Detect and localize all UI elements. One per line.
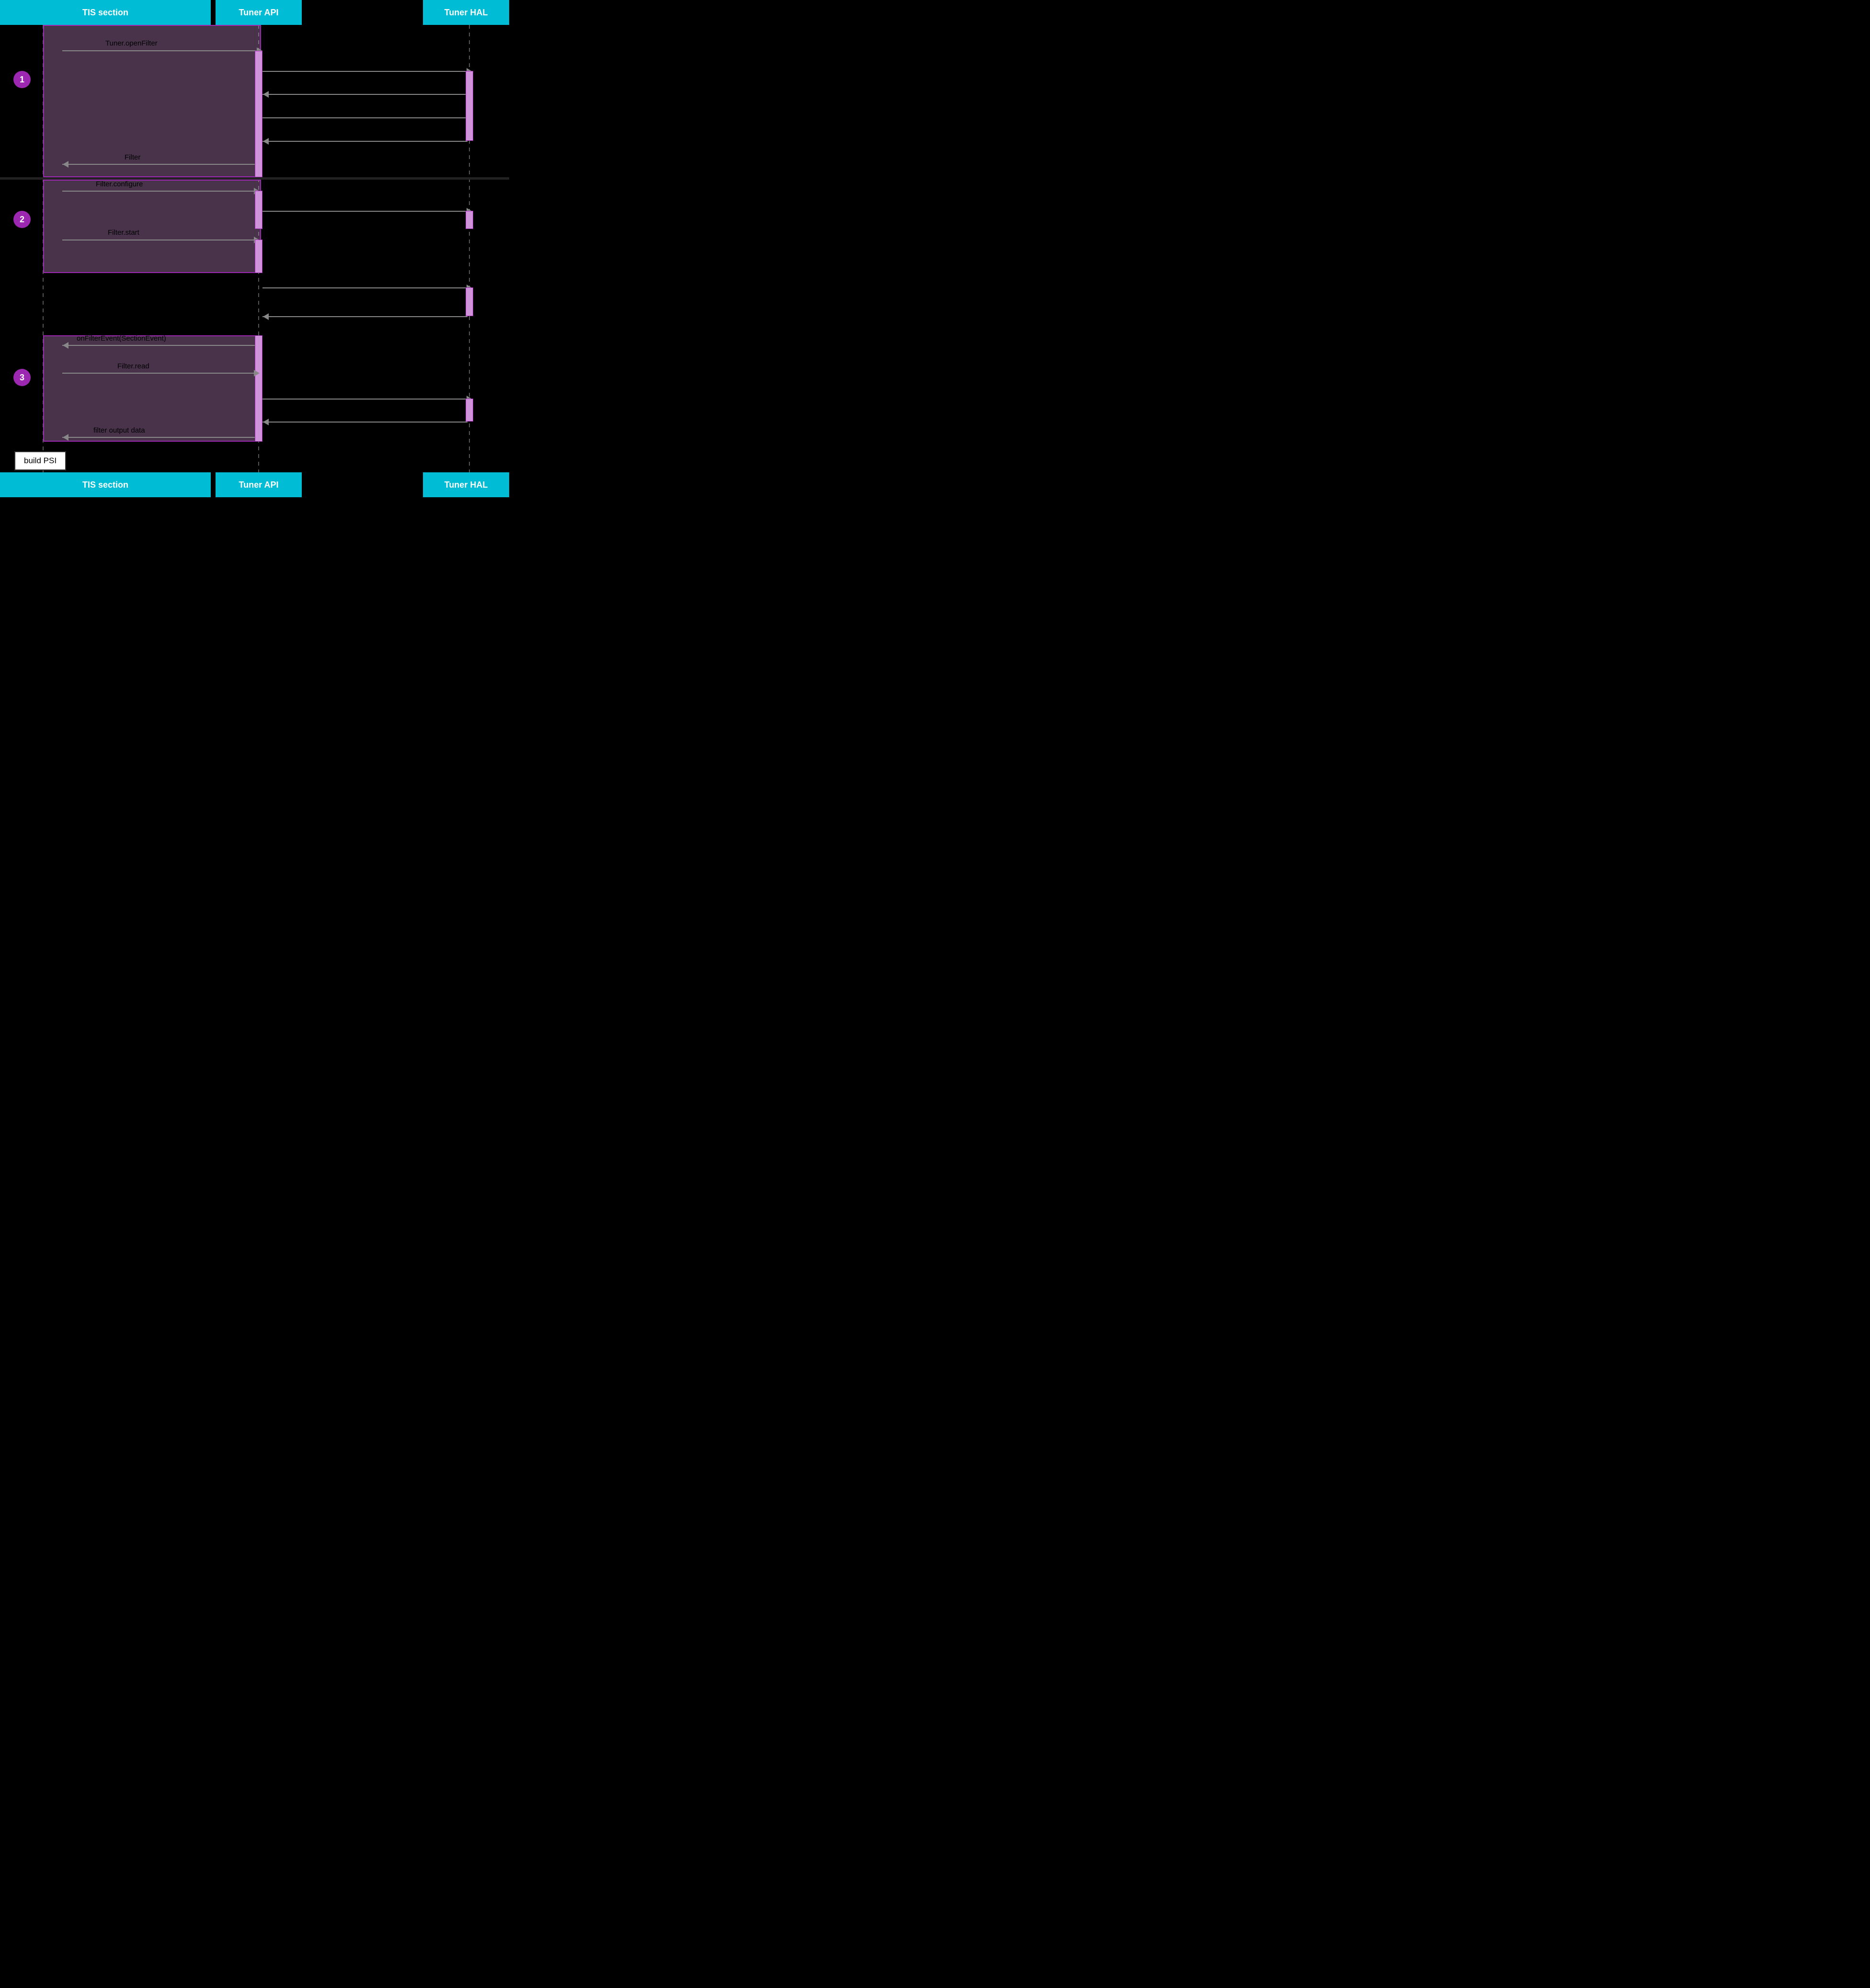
header-tis: TIS section (0, 0, 211, 25)
arrow-configure-line (62, 191, 255, 192)
activation1-tuner-hal (466, 71, 473, 141)
header-bar: TIS section Tuner API Tuner HAL (0, 0, 509, 25)
arrow-hal5-line (262, 211, 468, 212)
arrow-read-head (254, 370, 260, 377)
arrow-hal7-head (263, 313, 269, 320)
arrow-hal9-head (263, 419, 269, 425)
section3-bg (43, 335, 261, 442)
header-tuner-api-label: Tuner API (239, 8, 278, 18)
arrow-hal2-head (263, 91, 269, 98)
arrow-hal2-line (262, 94, 468, 95)
footer-tuner-api-label: Tuner API (239, 480, 278, 490)
section1-bg (43, 25, 261, 177)
step1-number: 1 (20, 75, 24, 85)
arrow-open-filter-label: Tuner.openFilter (105, 39, 158, 47)
header-tuner-api: Tuner API (216, 0, 302, 25)
arrow-start-label: Filter.start (108, 229, 139, 237)
arrow-hal4-line (262, 141, 468, 142)
arrow-open-filter-line (62, 50, 258, 51)
step1-circle: 1 (13, 71, 31, 88)
arrow-filter-label: Filter (125, 153, 140, 161)
arrow-section-event-label: onFilterEvent(SectionEvent) (77, 334, 166, 343)
arrow-section-event-head (63, 342, 68, 349)
activation2b-tuner-api (255, 240, 262, 273)
arrow-output-label: filter output data (93, 426, 145, 434)
footer-tis-label: TIS section (82, 480, 128, 490)
arrow-configure-label: Filter.configure (96, 180, 143, 188)
activation-black-hal (466, 287, 473, 316)
arrow-section-event-line (62, 345, 255, 346)
header-tuner-hal-label: Tuner HAL (445, 8, 488, 18)
arrow-read-label: Filter.read (117, 362, 149, 370)
activation2-tuner-api (255, 191, 262, 229)
arrow-hal1-line (262, 71, 468, 72)
activation2-tuner-hal (466, 211, 473, 229)
footer-bar: TIS section Tuner API Tuner HAL (0, 472, 509, 497)
arrow-filter-line (62, 164, 255, 165)
footer-tuner-hal-label: Tuner HAL (445, 480, 488, 490)
section2-bg (43, 180, 261, 273)
step3-number: 3 (20, 373, 24, 383)
activation1-tuner-api (255, 51, 262, 177)
build-psi-label: build PSI (24, 456, 57, 465)
header-tis-label: TIS section (82, 8, 128, 18)
arrow-output-head (63, 434, 68, 441)
build-psi-box: build PSI (14, 451, 66, 470)
activation3-tuner-api (255, 335, 262, 442)
arrow-hal9-line (262, 422, 468, 423)
step2-circle: 2 (13, 211, 31, 228)
arrow-read-line (62, 373, 255, 374)
header-tuner-hal: Tuner HAL (423, 0, 509, 25)
footer-tis: TIS section (0, 472, 211, 497)
arrow-hal6-line (262, 287, 468, 288)
arrow-hal3-line (262, 117, 468, 118)
diagram-container: TIS section Tuner API Tuner HAL 1 Tuner.… (0, 0, 509, 497)
footer-tuner-hal: Tuner HAL (423, 472, 509, 497)
arrow-filter-head (63, 161, 68, 168)
arrow-hal4-head (263, 138, 269, 145)
step2-number: 2 (20, 215, 24, 225)
arrow-hal8-line (262, 399, 468, 400)
activation3-tuner-hal (466, 399, 473, 422)
footer-tuner-api: Tuner API (216, 472, 302, 497)
step3-circle: 3 (13, 369, 31, 386)
arrow-output-line (62, 437, 255, 438)
arrow-hal7-line (262, 316, 468, 317)
